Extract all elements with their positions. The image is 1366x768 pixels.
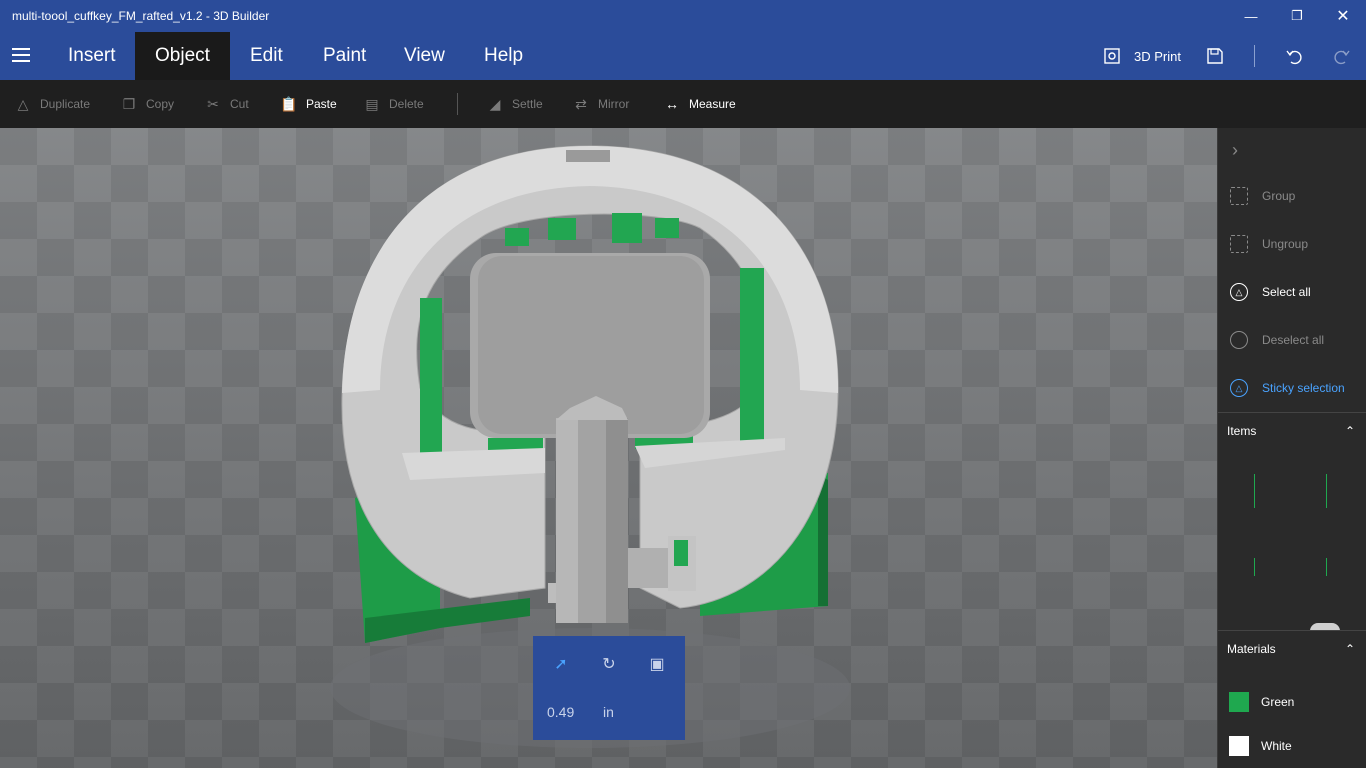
cut-icon: ✂ [207,95,219,112]
tab-insert[interactable]: Insert [48,32,136,80]
move-button[interactable]: ➚ [551,654,571,674]
mirror-icon: ⇄ [575,95,587,112]
print-label: 3D Print [1134,48,1181,64]
dimension-value[interactable]: 0.49 [547,704,574,720]
ungroup-button[interactable]: Ungroup [1230,234,1308,254]
settle-label: Settle [512,97,543,111]
scale-icon: ▣ [649,656,665,673]
select-all-icon: △ [1230,283,1248,301]
restore-icon: ❐ [1291,8,1303,23]
duplicate-label: Duplicate [40,97,91,111]
cut-label: Cut [230,97,249,111]
copy-button[interactable]: ❐ Copy [120,80,174,128]
item-thumbnail[interactable] [1326,558,1327,576]
dimension-unit[interactable]: in [603,704,614,720]
side-panel: › Group Ungroup △ Select all Deselect al… [1217,128,1366,768]
minimize-button[interactable]: — [1228,0,1274,32]
cut-button[interactable]: ✂ Cut [204,80,249,128]
material-swatch [1229,736,1249,756]
ungroup-icon [1230,235,1248,253]
group-icon [1230,187,1248,205]
duplicate-button[interactable]: △ Duplicate [14,80,90,128]
deselect-all-icon [1230,331,1248,349]
sticky-selection-button[interactable]: △ Sticky selection [1230,378,1345,398]
select-all-button[interactable]: △ Select all [1230,282,1311,302]
delete-button[interactable]: ▤ Delete [363,80,424,128]
duplicate-icon: △ [17,95,29,112]
chevron-up-icon: ⌃ [1344,642,1355,656]
hamburger-icon[interactable] [12,48,30,62]
tab-object[interactable]: Object [135,32,230,80]
undo-button[interactable] [1284,32,1304,80]
paste-label: Paste [306,97,337,111]
rotate-icon: ↻ [602,656,616,673]
material-name: Green [1261,695,1295,709]
menu-divider [1254,45,1255,67]
items-list[interactable] [1218,448,1366,631]
measure-icon: ↔ [665,96,679,112]
settle-icon: ◢ [489,95,501,112]
tab-help[interactable]: Help [464,32,543,80]
delete-label: Delete [389,97,424,111]
tab-view[interactable]: View [384,32,465,80]
redo-icon [1334,50,1350,65]
mirror-label: Mirror [598,97,630,111]
minimize-icon: — [1244,8,1258,24]
materials-title: Materials [1227,641,1276,656]
deselect-all-button[interactable]: Deselect all [1230,330,1324,350]
save-icon [1207,48,1223,64]
chevron-up-icon: ⌃ [1344,424,1355,438]
toolbar-divider [457,93,458,115]
window-title: multi-toool_cuffkey_FM_rafted_v1.2 - 3D … [12,9,270,23]
delete-icon: ▤ [365,95,379,112]
material-green[interactable]: Green [1229,692,1294,712]
paste-button[interactable]: 📋 Paste [280,80,337,128]
material-name: White [1261,739,1292,753]
rotate-button[interactable]: ↻ [599,654,619,674]
scale-button[interactable]: ▣ [647,654,667,674]
3d-viewport[interactable]: ➚ ↻ ▣ 0.49 in [0,128,1217,768]
print-button[interactable]: 3D Print [1102,32,1181,80]
title-bar: multi-toool_cuffkey_FM_rafted_v1.2 - 3D … [0,0,1366,32]
items-title: Items [1227,423,1257,438]
sticky-selection-icon: △ [1230,379,1248,397]
object-toolbar: △ Duplicate ❐ Copy ✂ Cut 📋 Paste ▤ Delet… [0,80,1366,128]
sticky-selection-label: Sticky selection [1262,381,1345,395]
group-label: Group [1262,189,1296,203]
material-white[interactable]: White [1229,736,1292,756]
paste-icon: 📋 [280,95,298,112]
mirror-button[interactable]: ⇄ Mirror [572,80,629,128]
materials-section-header[interactable]: Materials ⌃ [1218,630,1366,666]
group-button[interactable]: Group [1230,186,1295,206]
copy-icon: ❐ [122,95,136,112]
item-thumbnail[interactable] [1326,474,1327,508]
undo-icon [1286,50,1302,65]
transform-gizmo: ➚ ↻ ▣ 0.49 in [533,636,685,740]
deselect-all-label: Deselect all [1262,333,1325,347]
items-section-header[interactable]: Items ⌃ [1218,412,1366,448]
measure-label: Measure [689,97,736,111]
menu-bar: Insert Object Edit Paint View Help 3D Pr… [0,32,1366,80]
settle-button[interactable]: ◢ Settle [486,80,543,128]
ungroup-label: Ungroup [1262,237,1309,251]
restore-button[interactable]: ❐ [1274,0,1320,32]
chevron-right-icon: › [1232,140,1238,160]
item-thumbnail[interactable] [1254,474,1255,508]
tab-paint[interactable]: Paint [303,32,386,80]
item-thumbnail[interactable] [1254,558,1255,576]
move-icon: ➚ [554,656,568,673]
select-all-label: Select all [1262,285,1311,299]
copy-label: Copy [146,97,175,111]
collapse-panel-button[interactable]: › [1232,140,1238,161]
close-button[interactable]: ✕ [1320,0,1366,32]
measure-button[interactable]: ↔ Measure [663,80,736,128]
printer-icon [1104,48,1120,64]
save-button[interactable] [1205,32,1225,80]
tab-edit[interactable]: Edit [230,32,303,80]
material-swatch [1229,692,1249,712]
redo-button[interactable] [1332,32,1352,80]
close-icon: ✕ [1336,8,1350,25]
